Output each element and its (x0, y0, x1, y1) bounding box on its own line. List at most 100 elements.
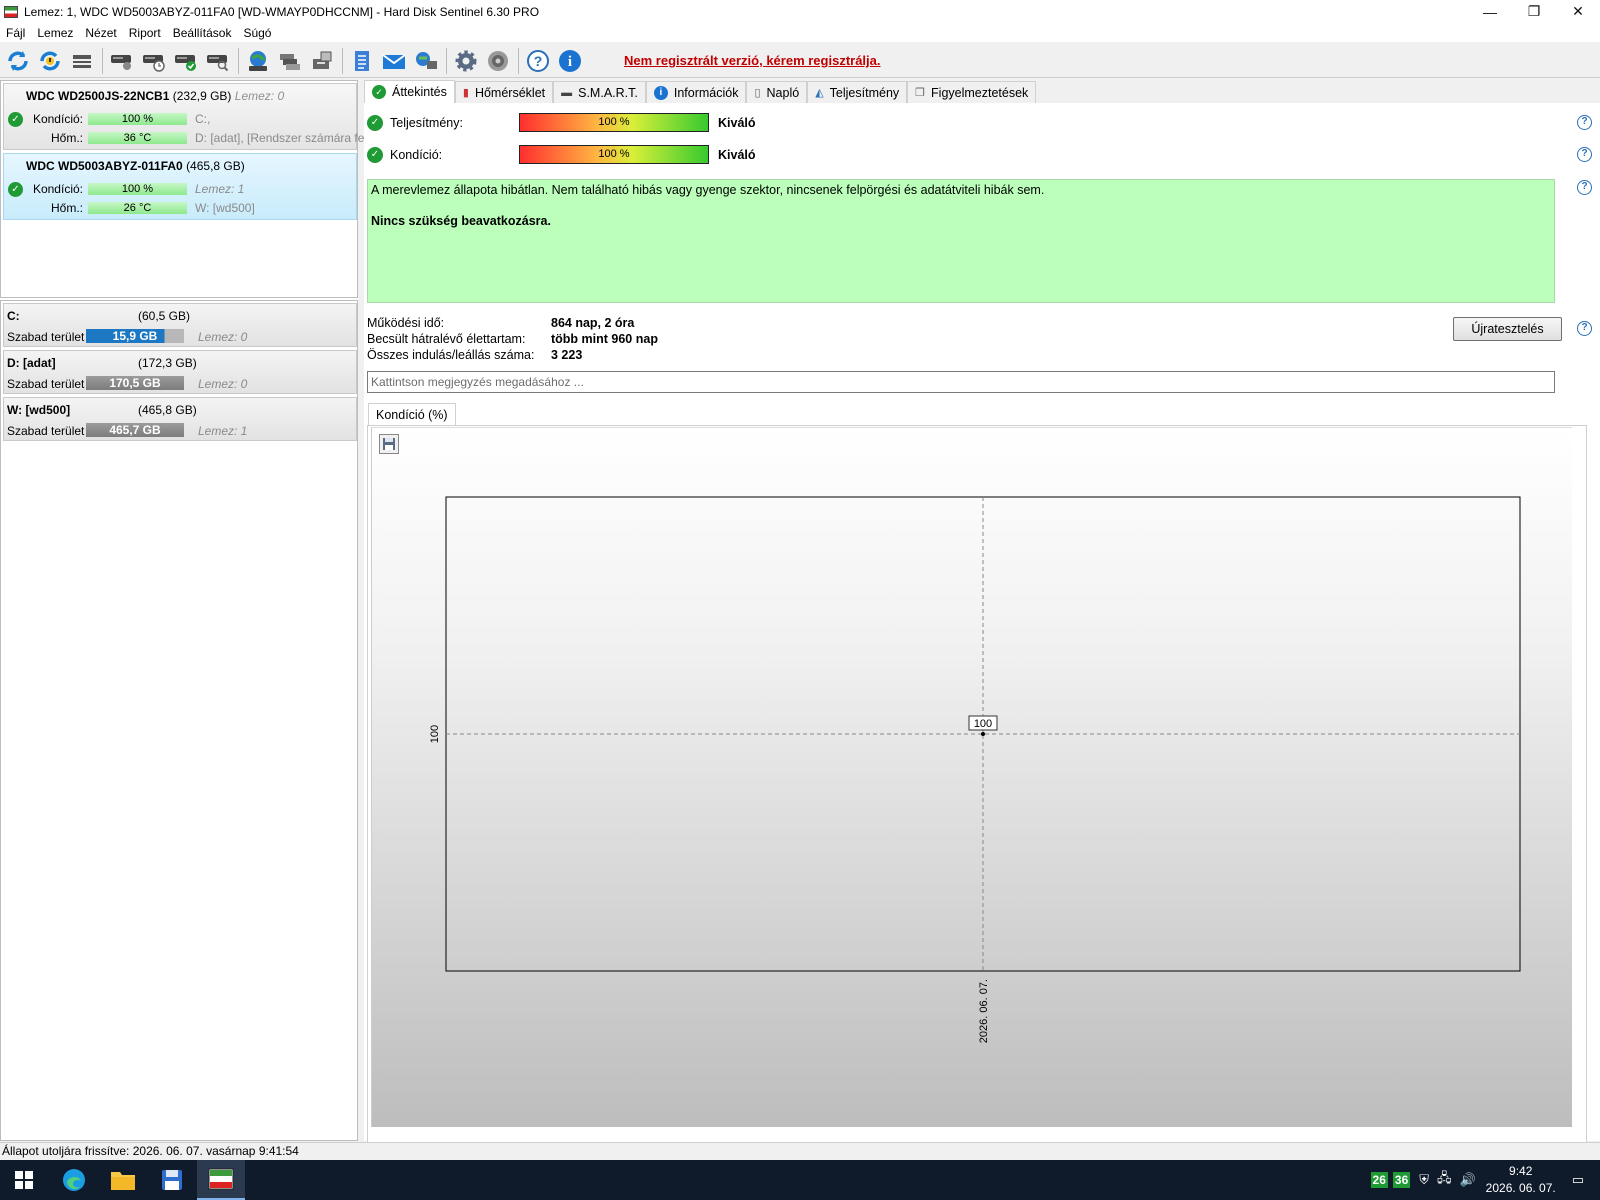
graph-frame: 100 2026. 06. 07. 100 (367, 425, 1587, 1200)
tab-alerts[interactable]: ❐ Figyelmeztetések (907, 81, 1037, 103)
edge-browser-icon[interactable] (50, 1160, 98, 1200)
mail-icon[interactable] (380, 47, 408, 75)
data-label: 100 (974, 718, 992, 730)
documents-icon: ❐ (915, 87, 926, 99)
info-icon: i (653, 85, 668, 100)
health-rating: Kiváló (718, 148, 756, 162)
status-bar: Állapot utoljára frissítve: 2026. 06. 07… (0, 1142, 1600, 1160)
disk-test-icon[interactable] (108, 47, 136, 75)
disk-schedule-icon[interactable] (140, 47, 168, 75)
floppy-save-icon[interactable] (148, 1160, 196, 1200)
remaining-label: Becsült hátralévő élettartam: (367, 332, 526, 346)
tab-information[interactable]: i Információk (645, 81, 747, 103)
clock[interactable]: 9:42 2026. 06. 07. (1484, 1163, 1558, 1197)
toolbar-separator (342, 47, 343, 74)
volume-icon[interactable]: 🔊 (1460, 1172, 1476, 1188)
toolbar-separator (238, 47, 239, 74)
tab-temperature[interactable]: ▮ Hőmérséklet (454, 81, 554, 103)
temp-label: Hőm.: (50, 131, 83, 145)
uptime-value: 864 nap, 2 óra (551, 316, 635, 330)
tab-graph-health[interactable]: Kondíció (%) (368, 403, 456, 425)
disk-item-1[interactable]: WDC WD5003ABYZ-011FA0 (465,8 GB) ✓ Kondí… (3, 153, 357, 220)
disk-item-0[interactable]: WDC WD2500JS-22NCB1 (232,9 GB) Lemez: 0 … (3, 83, 364, 150)
tray-temperature-1[interactable]: 26 (1370, 1172, 1388, 1188)
volume-item-c[interactable]: C: (60,5 GB) Szabad terület 15,9 GB Leme… (3, 303, 357, 347)
tab-bar: ✓ Áttekintés ▮ Hőmérséklet ▬ S.M.A.R.T. … (364, 80, 1600, 103)
volume-name: C: (7, 309, 20, 323)
file-explorer-icon[interactable] (99, 1160, 147, 1200)
window-title: Lemez: 1, WDC WD5003ABYZ-011FA0 [WD-WMAY… (24, 4, 540, 19)
tray-temperature-2[interactable]: 36 (1392, 1172, 1411, 1188)
ok-check-icon: ✓ (8, 112, 23, 127)
menu-settings[interactable]: Beállítások (167, 26, 238, 40)
speaker-icon[interactable] (484, 47, 512, 75)
performance-rating: Kiváló (718, 116, 756, 130)
disk-icon[interactable] (68, 47, 96, 75)
health-label: Kondíció: (32, 112, 83, 126)
volume-item-d[interactable]: D: [adat] (172,3 GB) Szabad terület 170,… (3, 350, 357, 394)
disk-name: WDC WD5003ABYZ-011FA0 (26, 159, 183, 173)
globe-icon[interactable] (244, 47, 272, 75)
document-icon: ▯ (754, 87, 761, 99)
tab-label: Figyelmeztetések (931, 85, 1029, 100)
network-icon[interactable]: 🖧 (1437, 1169, 1452, 1191)
tab-performance[interactable]: ◭ Teljesítmény (807, 81, 908, 103)
disk-search-icon[interactable] (204, 47, 232, 75)
close-button[interactable]: ✕ (1556, 0, 1600, 23)
menu-help[interactable]: Súgó (237, 26, 277, 40)
menu-bar: Fájl Lemez Nézet Riport Beállítások Súgó (0, 23, 1600, 42)
ok-check-icon: ✓ (367, 115, 383, 131)
maximize-button[interactable]: ❐ (1512, 0, 1556, 23)
disk-name: WDC WD2500JS-22NCB1 (26, 89, 170, 103)
network-send-icon[interactable] (412, 47, 440, 75)
tab-smart[interactable]: ▬ S.M.A.R.T. (553, 81, 646, 103)
tab-log[interactable]: ▯ Napló (746, 81, 808, 103)
disk-ok-icon[interactable] (172, 47, 200, 75)
disk-title: WDC WD5003ABYZ-011FA0 (465,8 GB) (26, 159, 245, 173)
menu-disk[interactable]: Lemez (31, 26, 79, 40)
menu-file[interactable]: Fájl (0, 26, 31, 40)
help-icon[interactable]: ? (1577, 180, 1592, 195)
menu-report[interactable]: Riport (123, 26, 167, 40)
help-icon[interactable]: ? (1577, 115, 1592, 130)
free-space-bar: 15,9 GB (86, 329, 184, 343)
note-input[interactable] (367, 371, 1555, 393)
minimize-button[interactable]: — (1468, 0, 1512, 23)
backup-icon[interactable] (308, 47, 336, 75)
gear-icon[interactable] (452, 47, 480, 75)
help-icon[interactable]: ? (1577, 147, 1592, 162)
register-link[interactable]: Nem regisztrált verzió, kérem regisztrál… (624, 53, 881, 68)
drives-icon[interactable] (276, 47, 304, 75)
taskbar: 26 36 ⛨ 🖧 🔊 9:42 2026. 06. 07. ▭ (0, 1160, 1600, 1200)
ok-check-icon: ✓ (372, 85, 386, 99)
disk-list: WDC WD2500JS-22NCB1 (232,9 GB) Lemez: 0 … (0, 80, 364, 298)
report-icon[interactable] (348, 47, 376, 75)
free-space-bar: 465,7 GB (86, 423, 184, 437)
info-icon[interactable]: i (556, 47, 584, 75)
refresh-icon[interactable] (4, 47, 32, 75)
disk-info: Működési idő: 864 nap, 2 óra Becsült hát… (367, 316, 658, 364)
notifications-icon[interactable]: ▭ (1572, 1172, 1584, 1188)
volume-disk: Lemez: 1 (198, 424, 248, 438)
hard-disk-sentinel-taskbar-icon[interactable] (197, 1160, 245, 1200)
svg-text:i: i (568, 54, 572, 70)
volume-size: (60,5 GB) (138, 309, 191, 323)
retest-button[interactable]: Újratesztelés (1453, 317, 1562, 341)
menu-view[interactable]: Nézet (79, 26, 122, 40)
help-icon[interactable]: ? (1577, 321, 1592, 336)
disk-health-row: Kondíció: 100 % C:, (26, 111, 210, 127)
disk-health-row: Kondíció: 100 % Lemez: 1 (26, 181, 244, 197)
volume-item-w[interactable]: W: [wd500] (465,8 GB) Szabad terület 465… (3, 397, 357, 441)
disk-title: WDC WD2500JS-22NCB1 (232,9 GB) Lemez: 0 (26, 89, 284, 103)
tab-overview[interactable]: ✓ Áttekintés (364, 80, 455, 103)
toolbar-separator (446, 47, 447, 74)
disk-partitions: W: [wd500] (195, 201, 255, 215)
refresh-all-icon[interactable] (36, 47, 64, 75)
health-bar: 100 % (519, 145, 709, 164)
windows-start-icon[interactable] (0, 1160, 48, 1200)
remaining-row: Becsült hátralévő élettartam: több mint … (367, 332, 658, 348)
help-icon[interactable]: ? (524, 47, 552, 75)
app-icon (4, 5, 18, 18)
security-shield-icon[interactable]: ⛨ (1419, 1172, 1429, 1188)
tab-label: Napló (766, 85, 800, 100)
